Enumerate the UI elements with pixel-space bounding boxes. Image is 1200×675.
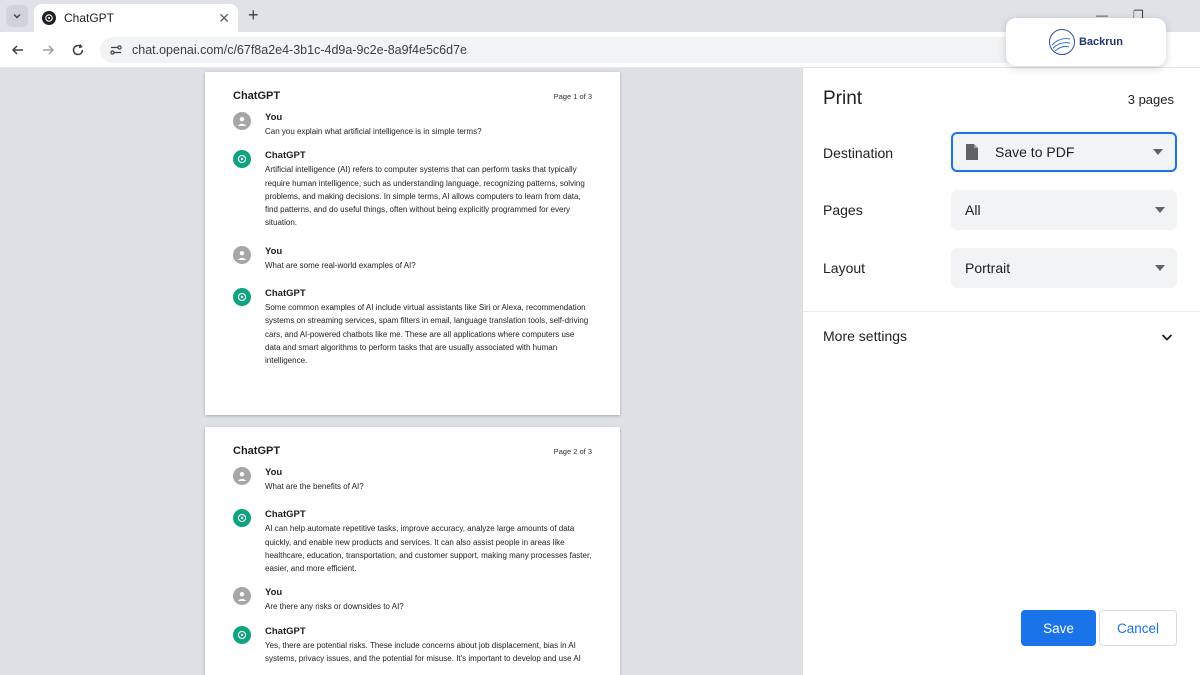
print-settings-panel: Print 3 pages Destination Save to PDF Pa… <box>802 68 1200 675</box>
message-author: You <box>265 587 283 599</box>
list-item: ChatGPT AI can help automate repetitive … <box>233 509 592 575</box>
list-item: You What are some real-world examples of… <box>233 245 592 272</box>
user-avatar-icon <box>233 587 251 606</box>
destination-value: Save to PDF <box>995 144 1075 160</box>
message-author: ChatGPT <box>265 625 306 637</box>
list-item: ChatGPT Yes, there are potential risks. … <box>233 625 592 666</box>
tab-chatgpt[interactable]: ChatGPT ✕ <box>34 4 238 32</box>
page-number: Page 1 of 3 <box>553 91 592 101</box>
tab-title: ChatGPT <box>64 11 115 25</box>
user-avatar-icon <box>233 112 251 130</box>
backrun-brand-text: Backrun <box>1078 36 1124 48</box>
message-author: You <box>265 467 283 478</box>
message-text: Some common examples of AI include virtu… <box>265 303 589 366</box>
arrow-right-icon <box>43 45 55 55</box>
message-author: ChatGPT <box>265 509 306 521</box>
url-text: chat.openai.com/c/67f8a2e4-3b1c-4d9a-9c2… <box>132 43 467 57</box>
message-author: ChatGPT <box>265 150 306 162</box>
site-info-icon[interactable] <box>108 42 124 58</box>
backrun-badge: Backrun <box>1006 18 1166 66</box>
page-number: Page 2 of 3 <box>553 446 592 456</box>
backrun-logo-icon <box>1048 29 1075 55</box>
reload-icon <box>72 44 84 56</box>
layout-value: Portrait <box>965 260 1011 276</box>
caret-down-icon <box>1155 265 1165 271</box>
document-icon <box>966 144 978 160</box>
address-bar[interactable]: chat.openai.com/c/67f8a2e4-3b1c-4d9a-9c2… <box>100 37 1140 63</box>
cancel-button[interactable]: Cancel <box>1099 610 1177 646</box>
print-title: Print <box>823 88 863 109</box>
print-preview[interactable]: ChatGPT Page 1 of 3 You Can you explain … <box>0 68 802 675</box>
destination-label: Destination <box>823 145 894 161</box>
message-text: AI can help automate repetitive tasks, i… <box>265 524 592 574</box>
message-text: Can you explain what artificial intellig… <box>265 127 482 136</box>
layout-select[interactable]: Portrait <box>951 248 1177 288</box>
user-avatar-icon <box>233 467 251 485</box>
tab-close-icon[interactable]: ✕ <box>218 10 230 27</box>
chatgpt-logo-icon <box>233 288 251 307</box>
chatgpt-logo-icon <box>233 509 251 528</box>
list-item: You What are the benefits of AI? <box>233 467 592 493</box>
list-item: ChatGPT Some common examples of AI inclu… <box>233 288 592 367</box>
list-item: You Can you explain what artificial inte… <box>233 112 592 138</box>
chatgpt-logo-icon <box>233 625 251 644</box>
message-author: You <box>265 245 283 257</box>
layout-label: Layout <box>823 260 866 276</box>
divider <box>803 311 1200 312</box>
arrow-left-icon <box>11 45 23 55</box>
pages-value: All <box>965 202 981 218</box>
list-item: ChatGPT Artificial intelligence (AI) ref… <box>233 150 592 229</box>
reload-button[interactable] <box>68 40 88 60</box>
pages-label: Pages <box>823 202 863 218</box>
message-author: ChatGPT <box>265 288 306 300</box>
new-tab-button[interactable]: + <box>248 6 259 24</box>
more-settings-toggle[interactable]: More settings <box>823 328 907 344</box>
message-text: Artificial intelligence (AI) refers to c… <box>265 165 585 228</box>
message-text: Are there any risks or downsides to AI? <box>265 602 404 612</box>
page-title: ChatGPT <box>233 445 281 457</box>
message-author: You <box>265 112 283 123</box>
chevron-down-icon <box>13 14 21 19</box>
list-item: You Are there any risks or downsides to … <box>233 587 592 613</box>
destination-select[interactable]: Save to PDF <box>951 132 1177 172</box>
preview-page-2: ChatGPT Page 2 of 3 You What are the ben… <box>205 427 620 675</box>
message-text: Yes, there are potential risks. These in… <box>265 640 581 664</box>
chevron-down-icon[interactable] <box>1160 330 1174 344</box>
caret-down-icon <box>1153 149 1163 155</box>
tab-search-button[interactable] <box>6 5 28 27</box>
page-count: 3 pages <box>1127 92 1174 107</box>
message-text: What are the benefits of AI? <box>265 482 364 491</box>
back-button[interactable] <box>8 40 28 60</box>
save-button[interactable]: Save <box>1021 610 1096 646</box>
pages-select[interactable]: All <box>951 190 1177 230</box>
chatgpt-logo-icon <box>233 150 251 169</box>
user-avatar-icon <box>233 245 251 264</box>
preview-page-1: ChatGPT Page 1 of 3 You Can you explain … <box>205 72 620 415</box>
caret-down-icon <box>1155 207 1165 213</box>
page-title: ChatGPT <box>233 90 281 102</box>
message-text: What are some real-world examples of AI? <box>265 260 416 270</box>
openai-logo-icon <box>42 11 56 25</box>
forward-button[interactable] <box>38 40 58 60</box>
